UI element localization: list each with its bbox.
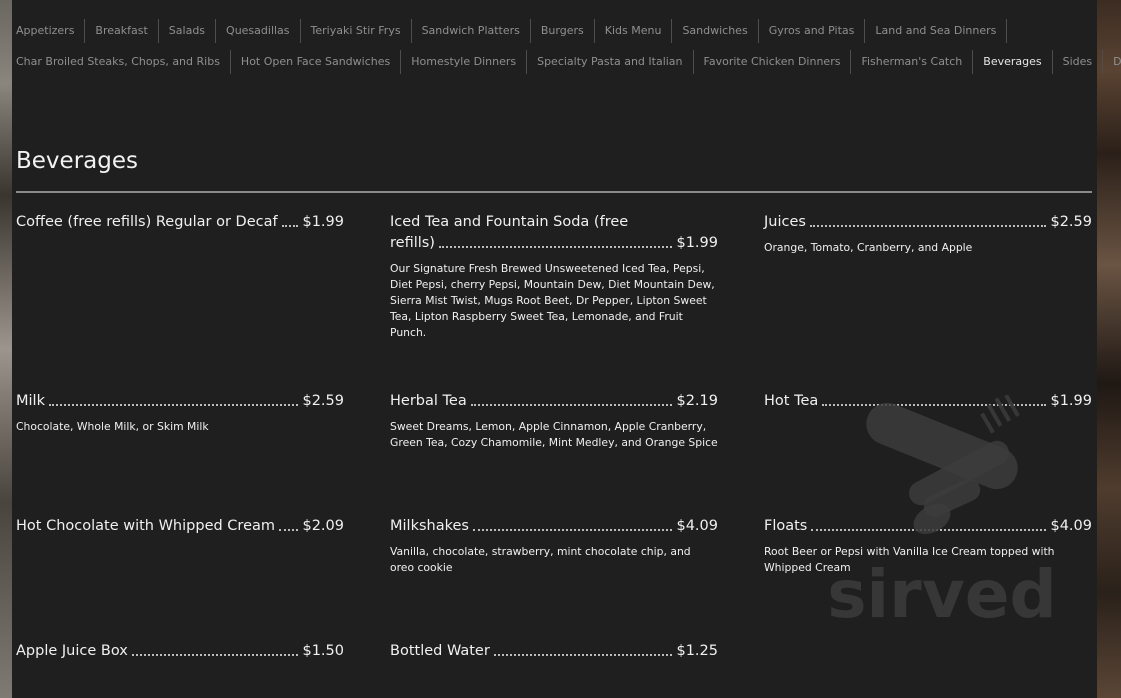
item-price: $1.99 bbox=[676, 235, 718, 251]
menu-item-coffee: Coffee (free refills) Regular or Decaf $… bbox=[16, 212, 344, 233]
item-description: Orange, Tomato, Cranberry, and Apple bbox=[764, 241, 973, 254]
item-name: Coffee (free refills) Regular or Decaf bbox=[16, 214, 278, 230]
dotted-leader bbox=[809, 225, 1047, 227]
nav-item-gyros-and-pitas[interactable]: Gyros and Pitas bbox=[759, 18, 866, 43]
nav-item-teriyaki-stir-frys[interactable]: Teriyaki Stir Frys bbox=[301, 18, 412, 43]
menu-item-herbal-tea: Herbal Tea $2.19 Sweet Dreams, Lemon, Ap… bbox=[390, 391, 718, 451]
dotted-leader bbox=[822, 404, 1047, 406]
nav-item-sides[interactable]: Sides bbox=[1053, 49, 1104, 74]
sirved-watermark: sirved bbox=[827, 395, 1057, 633]
dotted-leader bbox=[811, 529, 1047, 531]
nav-item-homestyle-dinners[interactable]: Homestyle Dinners bbox=[401, 49, 528, 74]
item-description: Our Signature Fresh Brewed Unsweetened I… bbox=[390, 262, 715, 339]
dotted-leader bbox=[470, 404, 673, 406]
item-description: Chocolate, Whole Milk, or Skim Milk bbox=[16, 420, 209, 433]
item-price: $2.19 bbox=[676, 393, 718, 409]
item-price: $2.09 bbox=[302, 518, 344, 534]
item-name: Apple Juice Box bbox=[16, 643, 128, 659]
dotted-leader bbox=[472, 529, 673, 531]
item-price: $1.25 bbox=[676, 643, 718, 659]
dotted-leader bbox=[279, 529, 299, 531]
menu-item-apple-juice-box: Apple Juice Box $1.50 bbox=[16, 641, 344, 662]
menu-item-iced-tea: Iced Tea and Fountain Soda (free refills… bbox=[390, 212, 718, 341]
item-price: $4.09 bbox=[1050, 518, 1092, 534]
item-description: Sweet Dreams, Lemon, Apple Cinnamon, App… bbox=[390, 420, 718, 449]
nav-item-breakfast[interactable]: Breakfast bbox=[85, 18, 159, 43]
item-name-line-2: refills) bbox=[390, 235, 435, 251]
category-nav: Appetizers Breakfast Salads Quesadillas … bbox=[16, 15, 1121, 77]
item-name: Herbal Tea bbox=[390, 393, 467, 409]
item-name: Juices bbox=[764, 214, 806, 230]
section-divider bbox=[16, 191, 1092, 193]
item-price: $4.09 bbox=[676, 518, 718, 534]
nav-item-land-and-sea-dinners[interactable]: Land and Sea Dinners bbox=[865, 18, 1008, 43]
background-photo-left bbox=[0, 0, 12, 698]
menu-item-hot-chocolate: Hot Chocolate with Whipped Cream $2.09 bbox=[16, 516, 344, 537]
category-nav-row-1: Appetizers Breakfast Salads Quesadillas … bbox=[16, 15, 1096, 46]
nav-item-quesadillas[interactable]: Quesadillas bbox=[216, 18, 301, 43]
menu-item-milkshakes: Milkshakes $4.09 Vanilla, chocolate, str… bbox=[390, 516, 718, 576]
dotted-leader bbox=[281, 225, 299, 227]
nav-item-sandwiches[interactable]: Sandwiches bbox=[672, 18, 759, 43]
section-title: Beverages bbox=[16, 148, 138, 174]
nav-item-sandwich-platters[interactable]: Sandwich Platters bbox=[412, 18, 531, 43]
item-name: Milk bbox=[16, 393, 45, 409]
item-name-line-1: Iced Tea and Fountain Soda (free bbox=[390, 214, 629, 230]
nav-item-salads[interactable]: Salads bbox=[159, 18, 217, 43]
dotted-leader bbox=[131, 654, 299, 656]
item-name: Floats bbox=[764, 518, 808, 534]
item-name: Hot Chocolate with Whipped Cream bbox=[16, 518, 275, 534]
nav-item-hot-open-face-sandwiches[interactable]: Hot Open Face Sandwiches bbox=[231, 49, 402, 74]
nav-item-burgers[interactable]: Burgers bbox=[531, 18, 595, 43]
background-photo-right bbox=[1097, 0, 1121, 698]
menu-item-floats: Floats $4.09 Root Beer or Pepsi with Van… bbox=[764, 516, 1092, 576]
item-price: $1.50 bbox=[302, 643, 344, 659]
category-nav-row-2: Char Broiled Steaks, Chops, and Ribs Hot… bbox=[16, 46, 1121, 77]
item-name: Bottled Water bbox=[390, 643, 490, 659]
nav-item-char-broiled-steaks[interactable]: Char Broiled Steaks, Chops, and Ribs bbox=[16, 49, 231, 74]
dotted-leader bbox=[493, 654, 673, 656]
item-price: $2.59 bbox=[1050, 214, 1092, 230]
menu-item-bottled-water: Bottled Water $1.25 bbox=[390, 641, 718, 662]
nav-item-beverages[interactable]: Beverages bbox=[973, 49, 1053, 74]
menu-item-juices: Juices $2.59 Orange, Tomato, Cranberry, … bbox=[764, 212, 1092, 256]
nav-item-kids-menu[interactable]: Kids Menu bbox=[595, 18, 673, 43]
item-price: $2.59 bbox=[302, 393, 344, 409]
nav-item-favorite-chicken-dinners[interactable]: Favorite Chicken Dinners bbox=[694, 49, 852, 74]
item-description: Vanilla, chocolate, strawberry, mint cho… bbox=[390, 545, 691, 574]
item-price: $1.99 bbox=[1050, 393, 1092, 409]
dotted-leader bbox=[438, 246, 673, 248]
item-price: $1.99 bbox=[302, 214, 344, 230]
item-description: Root Beer or Pepsi with Vanilla Ice Crea… bbox=[764, 545, 1055, 574]
item-name: Milkshakes bbox=[390, 518, 469, 534]
dotted-leader bbox=[48, 404, 299, 406]
menu-item-hot-tea: Hot Tea $1.99 bbox=[764, 391, 1092, 412]
menu-panel: Appetizers Breakfast Salads Quesadillas … bbox=[12, 0, 1121, 698]
nav-item-appetizers[interactable]: Appetizers bbox=[16, 18, 86, 43]
nav-item-specialty-pasta[interactable]: Specialty Pasta and Italian bbox=[527, 49, 694, 74]
nav-item-desserts[interactable]: Desserts bbox=[1103, 50, 1121, 74]
nav-item-fishermans-catch[interactable]: Fisherman's Catch bbox=[851, 49, 974, 74]
item-name: Hot Tea bbox=[764, 393, 819, 409]
menu-item-milk: Milk $2.59 Chocolate, Whole Milk, or Ski… bbox=[16, 391, 344, 435]
